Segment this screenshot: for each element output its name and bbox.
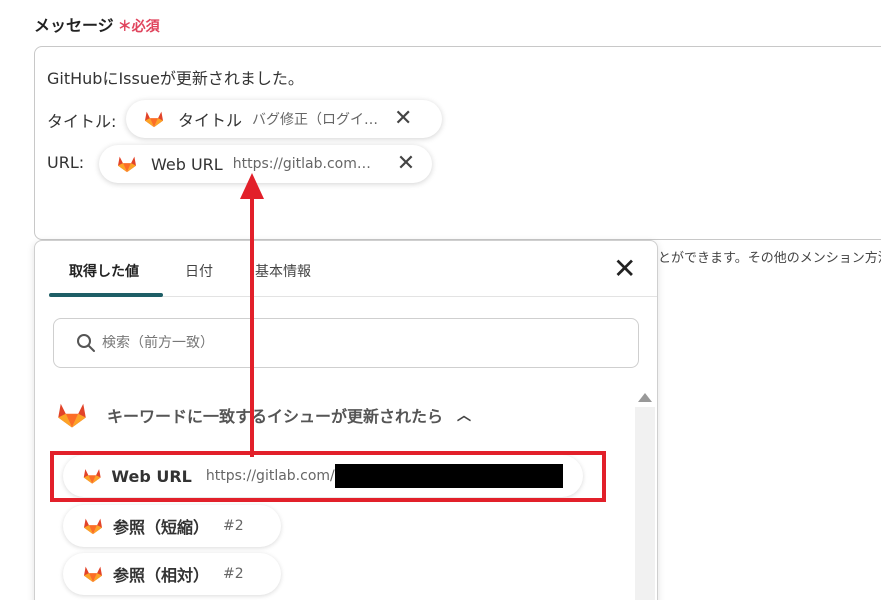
- annotation-arrow-shaft: [250, 196, 254, 457]
- close-icon[interactable]: ✕: [394, 108, 412, 130]
- title-prefix: タイトル:: [47, 112, 117, 131]
- tab-basic-info[interactable]: 基本情報: [255, 261, 311, 281]
- gitlab-fox-icon: [117, 155, 137, 173]
- variable-chip-url[interactable]: Web URL https://gitlab.com… ✕: [99, 145, 432, 183]
- item-value: #2: [223, 566, 244, 582]
- chip-value: https://gitlab.com…: [232, 156, 371, 172]
- message-line-1: GitHubにIssueが更新されました。: [47, 69, 304, 88]
- search-box[interactable]: [53, 318, 639, 368]
- url-prefix: URL:: [47, 153, 85, 172]
- annotation-highlight-box: [50, 451, 606, 502]
- gitlab-fox-icon: [83, 517, 103, 535]
- variable-chip-title[interactable]: タイトル バグ修正（ログイン・… ✕: [126, 100, 442, 138]
- search-input[interactable]: [102, 335, 582, 351]
- message-field-label: メッセージ ＊必須: [34, 12, 160, 36]
- group-title: キーワードに一致するイシューが更新されたら: [107, 407, 444, 426]
- tab-bar: 取得した値 日付 基本情報: [49, 241, 657, 297]
- item-label: 参照（短縮）: [113, 518, 210, 537]
- search-icon: [77, 334, 95, 352]
- gitlab-fox-icon: [144, 110, 164, 128]
- close-icon[interactable]: ✕: [613, 255, 636, 283]
- help-text: とができます。その他のメンション方法: [658, 251, 881, 266]
- tab-date[interactable]: 日付: [185, 261, 213, 281]
- scroll-up-arrow-icon[interactable]: [638, 393, 652, 402]
- gitlab-fox-icon: [83, 565, 103, 583]
- item-label: 参照（相対）: [113, 566, 210, 585]
- chip-label: Web URL: [151, 154, 223, 174]
- variable-picker-panel: 取得した値 日付 基本情報 ✕ キーワードに一致するイシューが更新されたら ︿ …: [34, 240, 658, 600]
- required-marker: ＊必須: [117, 19, 160, 35]
- value-item-ref-relative[interactable]: 参照（相対） #2: [63, 553, 281, 595]
- gitlab-fox-icon: [57, 401, 87, 429]
- message-editor[interactable]: GitHubにIssueが更新されました。 タイトル: URL:: [34, 46, 881, 240]
- value-item-ref-short[interactable]: 参照（短縮） #2: [63, 505, 281, 547]
- annotation-arrow-head: [240, 173, 264, 199]
- close-icon[interactable]: ✕: [397, 153, 415, 175]
- active-tab-indicator: [49, 293, 163, 297]
- chip-value: バグ修正（ログイン・…: [252, 112, 380, 128]
- item-value: #2: [223, 518, 244, 534]
- scrollbar-track[interactable]: [635, 407, 655, 600]
- field-label-text: メッセージ: [34, 16, 114, 35]
- tab-acquired-values[interactable]: 取得した値: [69, 261, 139, 281]
- chip-label: タイトル: [178, 111, 243, 130]
- trigger-group-header[interactable]: キーワードに一致するイシューが更新されたら ︿: [57, 401, 471, 429]
- chevron-up-icon[interactable]: ︿: [457, 405, 471, 425]
